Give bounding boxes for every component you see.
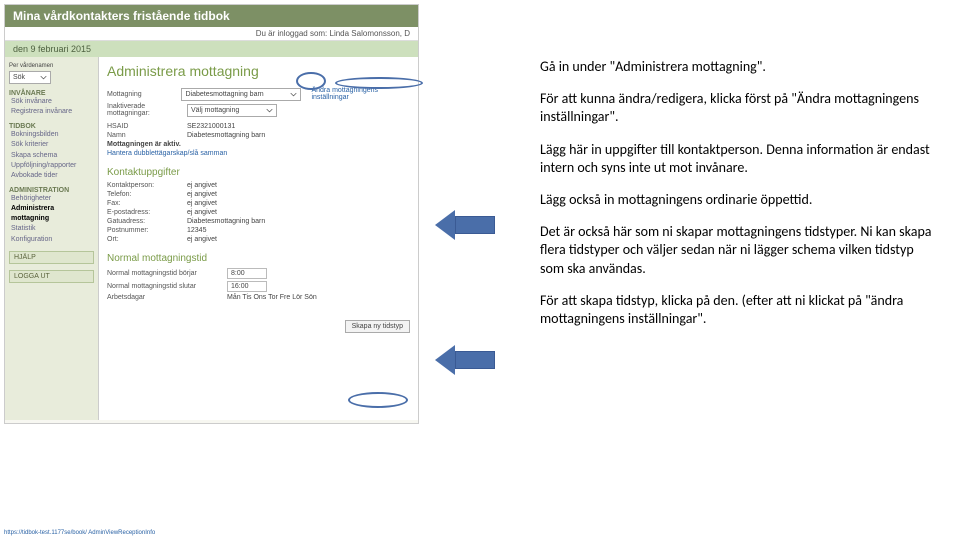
sidebar-item-administrera-mottagning[interactable]: Administrera mottagning: [11, 204, 94, 224]
kontakt-val-6: ej angivet: [187, 236, 217, 243]
sidebar-logout[interactable]: LOGGA UT: [9, 270, 94, 283]
sidebar: Per vårdenamen Sök INVÅNARE Sök invånare…: [5, 57, 99, 420]
annotation-arrow-kontakt: [435, 210, 495, 240]
instruction-p3: Lägg här in uppgifter till kontaktperson…: [540, 141, 940, 177]
kontakt-label-4: Gatuadress:: [107, 218, 187, 225]
kontakt-val-4: Diabetesmottagning barn: [187, 218, 265, 225]
skapa-tidstyp-button[interactable]: Skapa ny tidstyp: [345, 320, 410, 333]
sidebar-item-skapa-schema[interactable]: Skapa schema: [11, 151, 94, 161]
value-namn: Diabetesmottagning barn: [187, 132, 265, 139]
kontakt-label-3: E-postadress:: [107, 209, 187, 216]
kontakt-val-3: ej angivet: [187, 209, 217, 216]
row-mottagning: Mottagning Diabetesmottagning barn Ändra…: [107, 87, 410, 101]
label-namn: Namn: [107, 132, 187, 139]
hantera-link[interactable]: Hantera dubblettägarskap/slå samman: [107, 150, 227, 157]
input-borjar[interactable]: 8:00: [227, 268, 267, 279]
sidebar-item-bokningsbilden[interactable]: Bokningsbilden: [11, 130, 94, 140]
app-titlebar: Mina vårdkontakters fristående tidbok: [5, 5, 418, 27]
kontakt-label-5: Postnummer:: [107, 227, 187, 234]
row-aktiv: Mottagningen är aktiv.: [107, 141, 410, 148]
instruction-p6: För att skapa tidstyp, klicka på den. (e…: [540, 292, 940, 328]
kontakt-label-2: Fax:: [107, 200, 187, 207]
arrow-head-icon: [435, 345, 455, 375]
sidebar-item-registrera-invanare[interactable]: Registrera invånare: [11, 107, 94, 117]
aktiv-text: Mottagningen är aktiv.: [107, 141, 181, 148]
label-borjar: Normal mottagningstid börjar: [107, 270, 227, 277]
label-inaktiverade: Inaktiverade mottagningar:: [107, 103, 187, 117]
sidebar-item-avbokade[interactable]: Avbokade tider: [11, 171, 94, 181]
arrow-shaft: [455, 216, 495, 234]
kontakt-val-1: ej angivet: [187, 191, 217, 198]
kontakt-label-6: Ort:: [107, 236, 187, 243]
logged-in-row: Du är inloggad som: Linda Salomonsson, D: [5, 27, 418, 41]
kontakt-val-2: ej angivet: [187, 200, 217, 207]
annotation-arrow-oppettid: [435, 345, 495, 375]
value-arbetsdagar: Mån Tis Ons Tor Fre Lör Sön: [227, 294, 317, 301]
mottagning-dropdown[interactable]: Diabetesmottagning barn: [181, 88, 301, 101]
annotation-oval-skapa-button: [348, 392, 408, 408]
row-arbetsdagar: Arbetsdagar Mån Tis Ons Tor Fre Lör Sön: [107, 294, 410, 301]
row-borjar: Normal mottagningstid börjar 8:00: [107, 268, 410, 279]
row-inaktiverade: Inaktiverade mottagningar: Välj mottagni…: [107, 103, 410, 117]
label-mottagning: Mottagning: [107, 91, 181, 98]
input-slutar[interactable]: 16:00: [227, 281, 267, 292]
sidebar-group-invanare: INVÅNARE: [9, 90, 94, 97]
sidebar-selector-value: Sök: [13, 74, 25, 81]
annotation-oval-andra-link: [335, 77, 423, 89]
row-namn: Namn Diabetesmottagning barn: [107, 132, 410, 139]
main-area: Administrera mottagning Mottagning Diabe…: [99, 57, 418, 420]
sidebar-group-admin: ADMINISTRATION: [9, 187, 94, 194]
label-arbetsdagar: Arbetsdagar: [107, 294, 227, 301]
kontakt-label-0: Kontaktperson:: [107, 182, 187, 189]
arrow-shaft: [455, 351, 495, 369]
row-hsaid: HSAID SE232100013​1: [107, 123, 410, 130]
sidebar-item-statistik[interactable]: Statistik: [11, 224, 94, 234]
mottagning-value: Diabetesmottagning barn: [185, 91, 263, 98]
sidebar-item-konfiguration[interactable]: Konfiguration: [11, 235, 94, 245]
instruction-p1: Gå in under "Administrera mottagning".: [540, 58, 940, 76]
instruction-text: Gå in under "Administrera mottagning". F…: [540, 58, 940, 342]
label-hsaid: HSAID: [107, 123, 187, 130]
andra-installningar-link[interactable]: Ändra mottagningens inställningar: [311, 87, 410, 101]
kontakt-val-0: ej angivet: [187, 182, 217, 189]
app-screenshot: Mina vårdkontakters fristående tidbok Du…: [4, 4, 419, 424]
date-text: den 9 februari 2015: [13, 44, 91, 54]
body-wrap: Per vårdenamen Sök INVÅNARE Sök invånare…: [5, 57, 418, 420]
app-title: Mina vårdkontakters fristående tidbok: [13, 9, 230, 23]
section-kontakt: Kontaktuppgifter: [107, 167, 410, 178]
chevron-down-icon: [290, 91, 297, 98]
kontakt-fields: Kontaktperson:ej angivet Telefon:ej angi…: [107, 182, 410, 243]
sidebar-item-sok-kriterier[interactable]: Sök kriterier: [11, 140, 94, 150]
footer-url: https://tidbok-test.1177se/book/ AdminVi…: [4, 530, 155, 536]
value-hsaid: SE232100013​1: [187, 123, 235, 130]
kontakt-val-5: 12345: [187, 227, 206, 234]
section-oppettid: Normal mottagningstid: [107, 253, 410, 264]
sidebar-item-behorigheter[interactable]: Behörigheter: [11, 194, 94, 204]
instruction-p5: Det är också här som ni skapar mottagnin…: [540, 223, 940, 278]
instruction-p2: För att kunna ändra/redigera, klicka för…: [540, 90, 940, 126]
sidebar-item-rapporter[interactable]: Uppföljning/rapporter: [11, 161, 94, 171]
row-slutar: Normal mottagningstid slutar 16:00: [107, 281, 410, 292]
kontakt-label-1: Telefon:: [107, 191, 187, 198]
instruction-p4: Lägg också in mottagningens ordinarie öp…: [540, 191, 940, 209]
sidebar-item-sok-invanare[interactable]: Sök invånare: [11, 97, 94, 107]
label-slutar: Normal mottagningstid slutar: [107, 283, 227, 290]
chevron-down-icon: [40, 74, 47, 81]
logged-in-label: Du är inloggad som: Linda Salomonsson, D: [256, 29, 410, 38]
sidebar-group-tidbok: TIDBOK: [9, 123, 94, 130]
inaktiverade-dropdown[interactable]: Välj mottagning: [187, 104, 277, 117]
inaktiverade-value: Välj mottagning: [191, 107, 239, 114]
sidebar-selector-label: Per vårdenamen: [9, 63, 94, 69]
sidebar-help[interactable]: HJÄLP: [9, 251, 94, 264]
annotation-oval-dropdown: [296, 72, 326, 90]
chevron-down-icon: [266, 107, 273, 114]
sidebar-selector[interactable]: Sök: [9, 71, 51, 84]
row-hantera-link: Hantera dubblettägarskap/slå samman: [107, 150, 410, 157]
arrow-head-icon: [435, 210, 455, 240]
date-row: den 9 februari 2015: [5, 41, 418, 57]
